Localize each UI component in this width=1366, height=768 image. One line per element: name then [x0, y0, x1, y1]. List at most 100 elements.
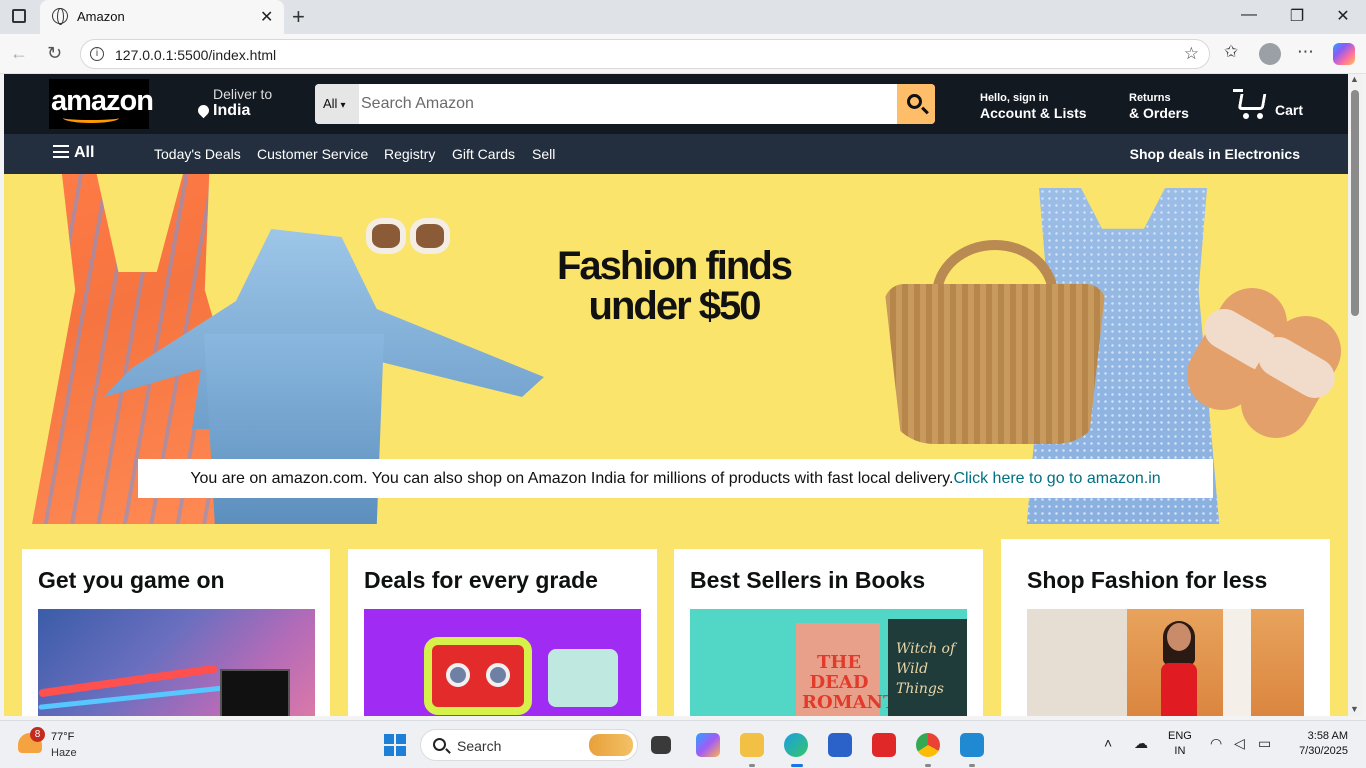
card-gaming[interactable]: Get you game on — [22, 549, 330, 716]
account-menu[interactable]: Hello, sign in Account & Lists — [980, 92, 1087, 121]
site-info-icon[interactable]: i — [90, 47, 104, 61]
card-best-books[interactable]: Best Sellers in Books THE DEAD ROMANTICS… — [674, 549, 983, 716]
minimize-button[interactable]: — — [1234, 6, 1264, 24]
windows-start-icon[interactable] — [384, 734, 406, 756]
battery-icon[interactable]: ▭ — [1258, 735, 1271, 752]
show-hidden-icons[interactable]: ˄ — [1104, 735, 1112, 751]
wifi-icon[interactable]: ◠ — [1210, 735, 1222, 752]
all-menu-label: All — [74, 144, 95, 161]
card-title: Best Sellers in Books — [690, 567, 926, 593]
card-image-fashion[interactable] — [1027, 609, 1304, 716]
address-bar-row: ← ↻ i 127.0.0.1:5500/index.html ☆ ✩ ⋯ — [0, 34, 1366, 74]
search-highlight-icon — [589, 734, 633, 756]
page-scrollbar[interactable]: ▲ ▼ — [1348, 74, 1362, 716]
headline-line-2: under $50 — [588, 284, 762, 328]
category-label: All — [323, 96, 338, 111]
favorites-icon[interactable]: ✩ — [1224, 42, 1238, 62]
browser-tab-bar: Amazon ✕ + — ❐ ✕ — [0, 0, 1366, 34]
url-field[interactable]: i 127.0.0.1:5500/index.html ☆ — [80, 39, 1210, 69]
windows-taskbar: 8 77°F Haze Search ˄ ☁ ENG IN ◠ ◁ ▭ 3:58… — [0, 720, 1366, 768]
card-title: Deals for every grade — [364, 567, 598, 593]
orders-label: & Orders — [1129, 105, 1189, 121]
region-notice: You are on amazon.com. You can also shop… — [138, 459, 1213, 498]
copilot-app-icon[interactable] — [696, 733, 720, 757]
language-code: ENG — [1168, 730, 1192, 742]
card-image-school-supplies[interactable] — [364, 609, 641, 716]
card-title: Get you game on — [38, 567, 225, 593]
search-category-select[interactable]: All ▾ — [315, 84, 359, 124]
headline-line-1: Fashion finds — [557, 244, 793, 288]
gaming-pc-image — [220, 669, 290, 716]
nav-link-customer-service[interactable]: Customer Service — [257, 146, 368, 162]
location-pin-icon — [195, 102, 212, 119]
notice-text: You are on amazon.com. You can also shop… — [190, 470, 954, 487]
scrollbar-thumb[interactable] — [1351, 90, 1359, 316]
nav-link-sell[interactable]: Sell — [532, 146, 555, 162]
cart-label: Cart — [1275, 102, 1304, 118]
all-menu-button[interactable]: All — [53, 144, 94, 162]
url-text[interactable]: 127.0.0.1:5500/index.html — [115, 47, 276, 63]
nav-link-registry[interactable]: Registry — [384, 146, 435, 162]
amazon-logo[interactable]: amazon — [49, 79, 154, 129]
clock-time: 3:58 AM — [1307, 730, 1348, 742]
cat-pouch-image — [548, 649, 618, 707]
back-icon[interactable]: ← — [10, 43, 28, 64]
card-fashion[interactable]: Shop Fashion for less — [1001, 539, 1330, 716]
hamburger-icon — [53, 145, 69, 158]
refresh-icon[interactable]: ↻ — [47, 43, 62, 64]
card-grade-deals[interactable]: Deals for every grade — [348, 549, 657, 716]
browser-tab[interactable]: Amazon ✕ — [40, 0, 284, 34]
scroll-up-icon[interactable]: ▲ — [1350, 74, 1359, 84]
hero-banner[interactable]: Fashion finds under $50 You are on amazo… — [4, 174, 1348, 524]
notification-badge: 8 — [30, 727, 45, 742]
taskbar-search[interactable]: Search — [420, 729, 638, 761]
card-title: Shop Fashion for less — [1027, 567, 1268, 593]
taskbar-search-label: Search — [457, 738, 502, 754]
wps-office-icon[interactable] — [872, 733, 896, 757]
nav-link-todays-deals[interactable]: Today's Deals — [154, 146, 241, 162]
volume-icon[interactable]: ◁ — [1234, 735, 1245, 752]
task-view-icon[interactable] — [651, 736, 671, 754]
copilot-icon[interactable] — [1333, 43, 1355, 65]
returns-label: Returns — [1129, 92, 1171, 104]
book-cover: THE DEAD ROMANTICS — [796, 623, 933, 716]
amazon-header: amazon Deliver to India All▾ Hello, sign… — [4, 74, 1348, 134]
account-greeting: Hello, sign in — [980, 92, 1049, 104]
pencil-case-image — [424, 637, 532, 715]
tab-close-icon[interactable]: ✕ — [260, 7, 273, 27]
nav-link-gift-cards[interactable]: Gift Cards — [452, 146, 515, 162]
search-input[interactable] — [359, 84, 897, 124]
clock-date: 7/30/2025 — [1299, 745, 1348, 757]
input-language[interactable]: ENG IN — [1168, 729, 1192, 759]
card-image-books[interactable]: THE DEAD ROMANTICS Witch of Wild Things — [690, 609, 967, 716]
book-title: Witch of Wild Things — [896, 641, 956, 697]
restore-button[interactable]: ❐ — [1282, 6, 1312, 26]
more-options-icon[interactable]: ⋯ — [1297, 42, 1314, 62]
promo-electronics-link[interactable]: Shop deals in Electronics — [1130, 146, 1300, 162]
system-clock[interactable]: 3:58 AM 7/30/2025 — [1288, 729, 1348, 759]
straw-bag-image — [884, 284, 1106, 444]
chrome-icon[interactable] — [916, 733, 940, 757]
search-bar: All ▾ — [315, 84, 935, 124]
page-viewport: amazon Deliver to India All▾ Hello, sign… — [4, 74, 1348, 716]
scroll-down-icon[interactable]: ▼ — [1350, 704, 1359, 714]
sunglasses-image — [366, 218, 454, 254]
returns-orders[interactable]: Returns & Orders — [1129, 92, 1189, 121]
vscode-icon[interactable] — [960, 733, 984, 757]
window-close-button[interactable]: ✕ — [1328, 6, 1358, 26]
file-explorer-icon[interactable] — [740, 733, 764, 757]
search-button[interactable] — [897, 84, 935, 124]
amazon-in-link[interactable]: Click here to go to amazon.in — [953, 470, 1160, 487]
sidebar-toggle-icon[interactable] — [12, 9, 26, 23]
tab-title: Amazon — [77, 9, 125, 24]
book-title: THE DEAD ROMANTICS — [802, 652, 933, 713]
profile-avatar[interactable] — [1259, 43, 1281, 65]
new-tab-button[interactable]: + — [292, 4, 305, 30]
onedrive-icon[interactable]: ☁ — [1134, 735, 1148, 752]
favorite-star-icon[interactable]: ☆ — [1184, 44, 1199, 64]
account-lists-label: Account & Lists — [980, 105, 1087, 121]
store-icon[interactable] — [828, 733, 852, 757]
globe-icon — [52, 8, 68, 25]
edge-icon[interactable] — [784, 733, 808, 757]
card-image-gaming[interactable] — [38, 609, 315, 716]
